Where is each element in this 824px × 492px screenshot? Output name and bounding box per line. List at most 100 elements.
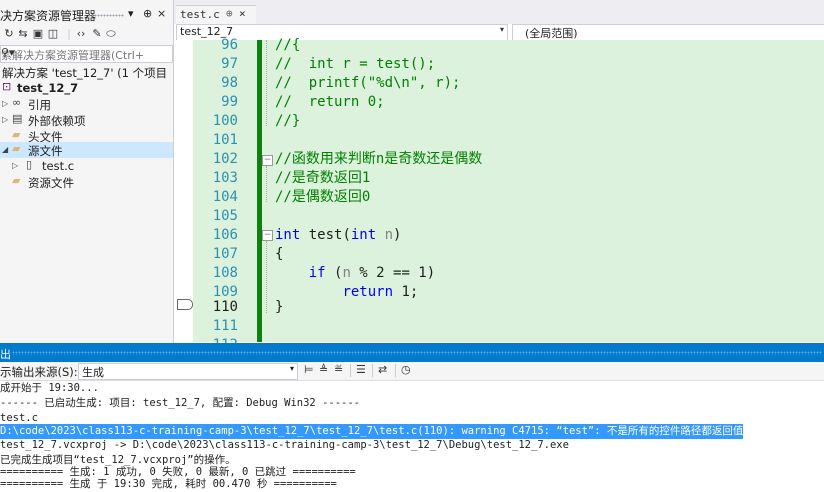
solution-explorer-panel: 决方案资源管理器 ▾ ⊕ × ↻ ⇆ ▣ ◫ | ‹› ✎ ⬭ 索解决方案资源管…: [0, 0, 174, 343]
tab-test-c[interactable]: test.c ⊕ ×: [176, 5, 256, 24]
line-number: 96: [221, 37, 238, 53]
keyword: if: [308, 265, 326, 281]
scope-dropdown[interactable]: (全局范围): [512, 24, 824, 41]
output-panel-header: 出: [0, 343, 824, 362]
project-icon: ⊡: [2, 80, 12, 93]
folder-icon: ▰: [12, 142, 21, 155]
tree-item-label: 源文件: [28, 144, 63, 158]
search-icon[interactable]: ⚲▾: [1, 46, 170, 59]
tree-item-source-files[interactable]: ◢ ▰ 源文件: [0, 142, 173, 158]
line-number: 103: [212, 170, 238, 186]
pin-icon[interactable]: ⊕: [143, 7, 152, 20]
line-number: 108: [212, 265, 238, 281]
indent-guide: [266, 166, 268, 202]
collapse-arrow-icon[interactable]: ◢: [2, 145, 8, 154]
editor-tab-bar: [174, 0, 824, 24]
output-line-warning-selected[interactable]: D:\code\2023\class113-c-training-camp-3\…: [0, 424, 744, 439]
code-line: // return 0;: [275, 94, 385, 110]
tree-item-references[interactable]: ▷ ∞ 引用: [0, 96, 173, 112]
output-line: test_12_7.vcxproj -> D:\code\2023\class1…: [0, 439, 569, 451]
output-line: ========== 生成 于 19:30 完成, 耗时 00.470 秒 ==…: [0, 478, 337, 490]
toolbar-separator: [395, 364, 396, 377]
code-line: // printf("%d\n", r);: [275, 75, 461, 91]
fold-toggle-icon[interactable]: −: [262, 155, 273, 166]
parameter: n: [376, 227, 394, 243]
expand-arrow-icon[interactable]: ▷: [2, 115, 8, 124]
output-source-value: 生成: [82, 366, 104, 379]
previous-message-icon[interactable]: ≜: [319, 363, 328, 376]
drag-handle[interactable]: [12, 351, 822, 355]
tree-item-solution[interactable]: 解决方案 'test_12_7' (1 个项目: [0, 64, 173, 80]
function-name: test(: [300, 227, 351, 243]
history-icon[interactable]: ↻: [2, 27, 16, 40]
keyword: return: [342, 284, 394, 300]
expand-arrow-icon[interactable]: ▷: [12, 161, 18, 170]
panel-title: 决方案资源管理器: [0, 9, 97, 23]
close-icon[interactable]: ×: [157, 7, 166, 20]
line-number-current: 110: [212, 299, 238, 315]
back-forward-icon[interactable]: ⇆: [16, 27, 30, 40]
tree-item-label: 解决方案 'test_12_7' (1 个项目: [2, 66, 168, 80]
drag-handle[interactable]: [88, 14, 124, 17]
code-text: % 2 == 1): [350, 265, 436, 281]
code-line: }: [275, 299, 284, 315]
properties-wrench-icon[interactable]: ✎: [90, 27, 104, 40]
output-line: ------ 已启动生成: 项目: test_12_7, 配置: Debug W…: [0, 397, 361, 409]
panel-menu-dropdown-icon[interactable]: ▾: [128, 7, 134, 20]
code-line: {: [275, 246, 284, 262]
indent-guide: [266, 40, 268, 126]
code-text: ): [393, 227, 402, 243]
preview-icon[interactable]: ⬭: [104, 27, 118, 41]
find-message-icon[interactable]: ⊨: [304, 363, 314, 376]
code-text: (: [325, 265, 343, 281]
code-view-icon[interactable]: ‹›: [74, 27, 88, 40]
code-line: int test(int n): [275, 226, 401, 245]
code-line: //{: [275, 37, 301, 53]
line-number: 102: [212, 151, 238, 167]
timestamp-clock-icon[interactable]: ◷: [401, 363, 411, 376]
tree-item-label: 资源文件: [28, 176, 74, 190]
tree-item-label: 引用: [28, 98, 51, 112]
solution-explorer-search-input[interactable]: 索解决方案资源管理器(Ctrl+ ⚲▾: [0, 45, 173, 63]
code-line: // int r = test();: [275, 56, 436, 72]
line-number: 97: [221, 56, 238, 72]
fold-toggle-icon[interactable]: −: [262, 230, 273, 241]
clear-all-icon[interactable]: ☰: [356, 363, 366, 376]
solution-explorer-title-bar: 决方案资源管理器 ▾ ⊕ ×: [0, 6, 173, 24]
line-number: 111: [212, 318, 238, 334]
toolbar-separator: [350, 364, 351, 377]
glyph-margin[interactable]: [176, 40, 193, 342]
folder-icon: ▰: [12, 174, 21, 187]
external-deps-icon: ▤: [12, 112, 23, 125]
output-panel-title: 出: [0, 348, 11, 361]
code-line: //函数用来判断n是奇数还是偶数: [275, 151, 483, 167]
pin-icon[interactable]: ⊕: [226, 7, 233, 20]
collapse-all-icon[interactable]: ◫: [46, 27, 60, 40]
tree-item-label: 外部依赖项: [28, 114, 86, 128]
tab-label: test.c: [180, 8, 220, 21]
tree-item-resource-files[interactable]: ▰ 资源文件: [0, 174, 173, 190]
line-number: 104: [212, 189, 238, 205]
chevron-down-icon: ▾: [499, 25, 504, 34]
solution-explorer-toolbar: ↻ ⇆ ▣ ◫ | ‹› ✎ ⬭: [0, 27, 173, 43]
output-source-select[interactable]: 生成 ▾: [78, 363, 298, 380]
tree-item-label: test_12_7: [17, 81, 79, 95]
tree-item-project[interactable]: ⊡ test_12_7: [0, 80, 173, 96]
line-number: 99: [221, 94, 238, 110]
tree-item-external-deps[interactable]: ▷ ▤ 外部依赖项: [0, 112, 173, 128]
expand-arrow-icon[interactable]: ▷: [2, 99, 8, 108]
parameter: n: [342, 265, 351, 281]
chevron-down-icon: ▾: [289, 364, 294, 373]
line-number: 106: [212, 227, 238, 243]
sync-icon[interactable]: ▣: [31, 27, 45, 40]
change-tracking-bar: [257, 40, 262, 342]
word-wrap-icon[interactable]: ⇄: [378, 363, 387, 376]
tree-item-test-c[interactable]: ▷ ▯ test.c: [0, 158, 173, 174]
tree-item-label: test.c: [42, 159, 75, 173]
close-icon[interactable]: ×: [239, 7, 246, 20]
next-message-icon[interactable]: ≝: [334, 363, 343, 376]
output-line: 成开始于 19:30...: [0, 382, 99, 394]
line-number: 100: [212, 113, 238, 129]
line-number: 101: [212, 132, 238, 148]
